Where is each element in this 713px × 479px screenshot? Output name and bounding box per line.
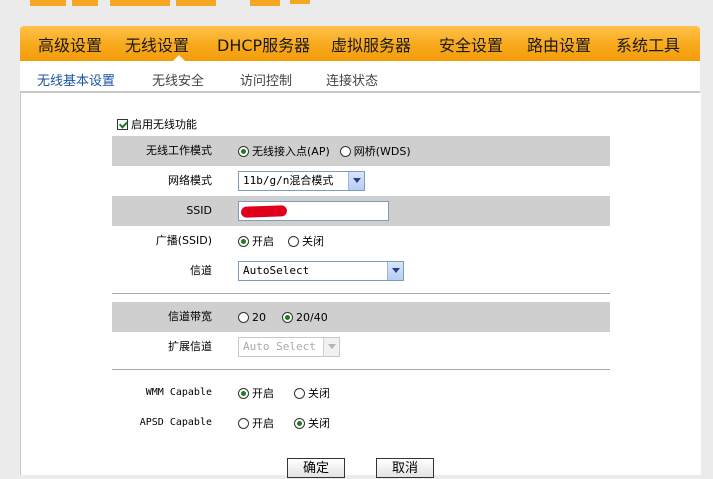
tab-access-control[interactable]: 访问控制 (240, 70, 292, 89)
ssid-redaction-mark (240, 205, 288, 218)
apsd-on-radio[interactable]: 开启 (238, 415, 274, 431)
nav-item-advanced[interactable]: 高级设置 (38, 32, 102, 56)
work-mode-row: 无线工作模式 无线接入点(AP) 网桥(WDS) (112, 136, 610, 166)
apsd-off-label: 关闭 (308, 417, 330, 430)
channel-value: AutoSelect (243, 264, 310, 277)
tab-wireless-security[interactable]: 无线安全 (152, 70, 204, 89)
radio-icon (288, 235, 299, 247)
cancel-button[interactable]: 取消 (376, 458, 434, 478)
bandwidth-20-radio[interactable]: 20 (238, 311, 266, 324)
ok-button[interactable]: 确定 (287, 458, 345, 478)
broadcast-off-label: 关闭 (302, 235, 324, 248)
ext-channel-row: 扩展信道 Auto Select (112, 332, 610, 362)
ext-channel-value: Auto Select (243, 340, 316, 353)
bandwidth-20-40-label: 20/40 (296, 310, 328, 324)
work-mode-wds-label: 网桥(WDS) (353, 145, 411, 158)
bandwidth-row: 信道带宽 20 20/40 (112, 302, 610, 332)
ssid-row: SSID (112, 196, 610, 226)
main-nav: 高级设置 无线设置 DHCP服务器 虚拟服务器 安全设置 路由设置 系统工具 (20, 26, 700, 62)
work-mode-ap-label: 无线接入点(AP) (252, 145, 330, 158)
chevron-down-icon (348, 172, 364, 190)
bandwidth-label: 信道带宽 (168, 310, 212, 323)
nav-item-security[interactable]: 安全设置 (439, 32, 503, 56)
tab-connection-status[interactable]: 连接状态 (326, 70, 378, 89)
nav-item-routing[interactable]: 路由设置 (527, 32, 591, 56)
wmm-off-label: 关闭 (308, 387, 330, 400)
wireless-basic-form: 启用无线功能 无线工作模式 无线接入点(AP) 网桥(WDS) 网络模式 11b… (20, 93, 701, 478)
brand-logo-strip (0, 0, 713, 26)
network-mode-row: 网络模式 11b/g/n混合模式 (112, 166, 610, 196)
bandwidth-20-label: 20 (252, 310, 266, 324)
wmm-off-radio[interactable]: 关闭 (294, 385, 330, 401)
section-divider (112, 369, 610, 371)
chevron-down-icon (387, 262, 403, 280)
enable-wireless-row: 启用无线功能 (117, 116, 197, 132)
ext-channel-select[interactable]: Auto Select (238, 337, 340, 357)
wmm-row: WMM Capable 开启 关闭 (112, 378, 610, 408)
apsd-off-radio[interactable]: 关闭 (294, 415, 330, 431)
radio-icon (238, 311, 249, 323)
broadcast-label: 广播(SSID) (155, 234, 212, 247)
wmm-on-label: 开启 (252, 387, 274, 400)
radio-icon (294, 387, 305, 399)
bandwidth-20-40-radio[interactable]: 20/40 (282, 311, 328, 324)
nav-item-system-tools[interactable]: 系统工具 (616, 32, 680, 56)
wmm-label: WMM Capable (145, 387, 212, 398)
radio-selected-icon (238, 235, 249, 247)
apsd-label: APSD Capable (139, 417, 212, 428)
channel-label: 信道 (190, 264, 212, 277)
channel-row: 信道 AutoSelect (112, 256, 610, 286)
network-mode-select[interactable]: 11b/g/n混合模式 (238, 171, 365, 191)
channel-select[interactable]: AutoSelect (238, 261, 404, 281)
network-mode-value: 11b/g/n混合模式 (243, 174, 334, 187)
work-mode-wds-radio[interactable]: 网桥(WDS) (339, 143, 411, 159)
broadcast-row: 广播(SSID) 开启 关闭 (112, 226, 610, 256)
enable-wireless-label: 启用无线功能 (131, 118, 197, 131)
wmm-on-radio[interactable]: 开启 (238, 385, 274, 401)
nav-item-dhcp[interactable]: DHCP服务器 (217, 32, 310, 56)
radio-selected-icon (282, 311, 293, 323)
enable-wireless-checkbox[interactable] (117, 118, 128, 130)
chevron-down-icon (323, 338, 339, 356)
work-mode-ap-radio[interactable]: 无线接入点(AP) (238, 143, 330, 159)
ssid-label: SSID (186, 204, 212, 217)
radio-icon (339, 145, 351, 157)
radio-selected-icon (238, 145, 249, 157)
broadcast-on-radio[interactable]: 开启 (238, 233, 274, 249)
section-divider (112, 293, 610, 295)
ssid-input[interactable] (238, 201, 389, 221)
radio-icon (238, 417, 249, 429)
network-mode-label: 网络模式 (168, 174, 212, 187)
work-mode-label: 无线工作模式 (146, 144, 212, 157)
apsd-on-label: 开启 (252, 417, 274, 430)
nav-item-virtual-server[interactable]: 虚拟服务器 (331, 32, 411, 56)
apsd-row: APSD Capable 开启 关闭 (112, 408, 610, 438)
nav-item-wireless[interactable]: 无线设置 (125, 32, 189, 56)
radio-selected-icon (294, 417, 305, 429)
broadcast-off-radio[interactable]: 关闭 (288, 233, 324, 249)
sub-nav: 无线基本设置 无线安全 访问控制 连接状态 (20, 61, 700, 91)
radio-selected-icon (238, 387, 249, 399)
broadcast-on-label: 开启 (252, 235, 274, 248)
ext-channel-label: 扩展信道 (168, 340, 212, 353)
tab-wireless-basic[interactable]: 无线基本设置 (37, 70, 115, 89)
